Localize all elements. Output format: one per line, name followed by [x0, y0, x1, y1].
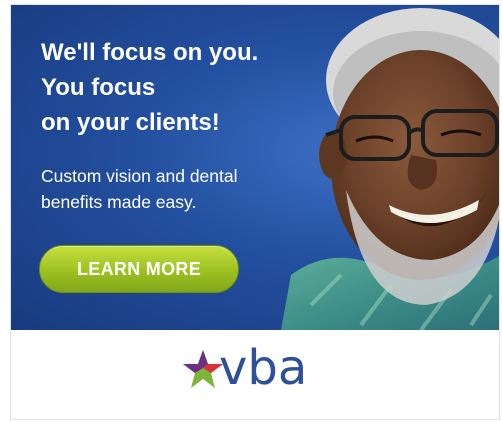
logo-text: vba	[219, 340, 308, 396]
headline-line-1: We'll focus on you.	[41, 39, 259, 66]
vba-logo[interactable]: vba	[181, 340, 361, 404]
footer: vba	[11, 330, 499, 419]
headline-line-3: on your clients!	[41, 109, 220, 136]
headline-line-2: You focus	[41, 74, 156, 101]
subheadline-line-1: Custom vision and dental	[41, 166, 238, 186]
headline: We'll focus on you. You focus on your cl…	[41, 35, 341, 140]
subheadline: Custom vision and dental benefits made e…	[41, 163, 341, 215]
hero-section: We'll focus on you. You focus on your cl…	[11, 5, 499, 330]
subheadline-line-2: benefits made easy.	[41, 192, 197, 212]
ad-banner[interactable]: We'll focus on you. You focus on your cl…	[10, 4, 500, 420]
learn-more-button[interactable]: LEARN MORE	[39, 245, 239, 293]
